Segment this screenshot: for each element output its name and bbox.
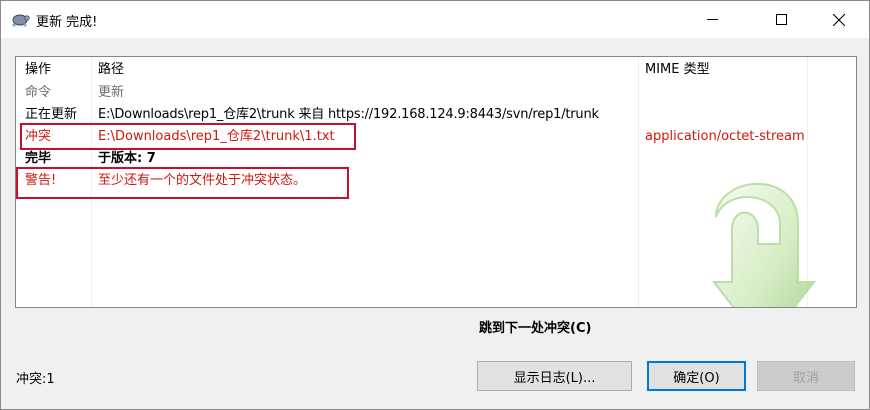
maximize-button[interactable] <box>758 1 804 38</box>
cancel-button[interactable]: 取消 <box>757 361 855 391</box>
window-title: 更新 完成! <box>36 15 98 30</box>
column-separator <box>638 57 639 307</box>
row-action[interactable]: 完毕 <box>25 150 51 167</box>
update-results-list[interactable]: 操作 路径 MIME 类型 命令 更新 正在更新 E:\Downloads\re… <box>15 56 857 308</box>
ok-button[interactable]: 确定(O) <box>647 361 746 391</box>
title-bar: 更新 完成! <box>1 1 869 38</box>
row-action[interactable]: 命令 <box>25 84 51 101</box>
maximize-icon <box>775 14 787 25</box>
row-path[interactable]: 于版本: 7 <box>98 150 156 167</box>
update-dialog: 更新 完成! 操作 路径 MIME 类型 命令 更新 正在更新 E:\Downl… <box>0 0 870 410</box>
column-header-mime[interactable]: MIME 类型 <box>645 61 710 78</box>
row-path[interactable]: 更新 <box>98 84 124 101</box>
column-header-path[interactable]: 路径 <box>98 61 124 78</box>
row-action[interactable]: 正在更新 <box>25 106 77 123</box>
row-mime[interactable]: application/octet-stream <box>645 128 805 145</box>
close-button[interactable] <box>816 1 862 38</box>
close-icon <box>833 13 845 26</box>
row-path[interactable]: E:\Downloads\rep1_仓库2\trunk 来自 https://1… <box>98 106 599 123</box>
warning-highlight-box <box>16 167 349 199</box>
conflict-count-status: 冲突:1 <box>16 372 55 387</box>
curved-down-arrow-icon <box>711 182 816 307</box>
next-conflict-button[interactable]: 跳到下一处冲突(C) <box>479 317 591 336</box>
minimize-button[interactable] <box>689 1 735 38</box>
tortoise-app-icon <box>12 14 30 27</box>
conflict-highlight-box <box>20 123 356 150</box>
show-log-button[interactable]: 显示日志(L)... <box>477 361 632 391</box>
minimize-icon <box>706 19 718 20</box>
column-header-action[interactable]: 操作 <box>25 61 51 78</box>
